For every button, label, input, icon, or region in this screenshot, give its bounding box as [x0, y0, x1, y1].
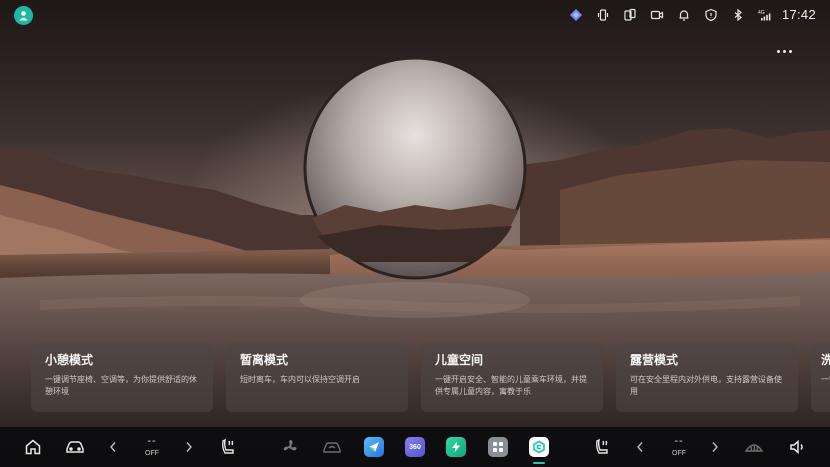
camera-360-label: 360: [409, 443, 421, 451]
app-grid-icon: [488, 437, 508, 457]
network-label: 4G: [758, 10, 765, 16]
screen-mirror-icon[interactable]: [616, 7, 643, 23]
card-desc: 可在安全里程内对外供电，支持露营设备使用: [630, 375, 782, 396]
card-desc: 一键: [821, 375, 830, 384]
energy-app-icon: [446, 437, 466, 457]
card-wash-mode[interactable]: 洗 一键: [811, 343, 830, 412]
avatar-icon[interactable]: [14, 6, 33, 25]
card-title: 儿童空间: [435, 353, 484, 367]
car-icon[interactable]: [63, 427, 87, 467]
fan-icon[interactable]: [279, 427, 301, 467]
card-title: 露营模式: [630, 353, 679, 367]
card-desc: 一键调节座椅、空调等，为你提供舒适的休憩环境: [45, 375, 197, 396]
shield-icon[interactable]: [697, 7, 724, 23]
card-away-mode[interactable]: 暂离模式 短时离车，车内可以保持空调开启: [226, 343, 408, 412]
clock: 17:42: [781, 7, 816, 22]
left-temp-value: --: [147, 435, 157, 447]
card-desc: 短时离车，车内可以保持空调开启: [240, 375, 360, 384]
status-icons: 4G: [562, 7, 778, 23]
active-app-indicator: [533, 462, 545, 464]
camera-360-app-icon: 360: [405, 437, 425, 457]
passenger-seat-heat-icon[interactable]: [591, 427, 613, 467]
left-temp-display: -- OFF: [138, 427, 166, 467]
navigation-app-icon: [364, 437, 384, 457]
camera-icon[interactable]: [643, 7, 670, 23]
status-bar: 4G 17:42: [0, 0, 830, 30]
card-nap-mode[interactable]: 小憩模式 一键调节座椅、空调等，为你提供舒适的休憩环境: [31, 343, 213, 412]
rear-defrost-icon[interactable]: [743, 427, 765, 467]
mode-cards: 小憩模式 一键调节座椅、空调等，为你提供舒适的休憩环境 暂离模式 短时离车，车内…: [31, 343, 830, 412]
card-title: 暂离模式: [240, 353, 289, 367]
bluetooth-icon[interactable]: [724, 7, 751, 23]
card-title: 洗: [821, 353, 830, 367]
signal-4g-icon: 4G: [751, 7, 778, 23]
left-temp-up-chevron-icon[interactable]: [182, 427, 196, 467]
notification-bell-icon[interactable]: [670, 7, 697, 23]
assistant-icon[interactable]: [562, 7, 589, 23]
dock-app-camera-360[interactable]: 360: [405, 427, 425, 467]
bottom-dock: -- OFF 360 -- OFF: [0, 427, 830, 467]
card-kids-space[interactable]: 儿童空间 一键开启安全、智能的儿童乘车环境，并提供专属儿童内容，寓教于乐: [421, 343, 603, 412]
phone-vibrate-icon[interactable]: [589, 7, 616, 23]
more-horizontal-icon[interactable]: [776, 46, 792, 56]
card-camping-mode[interactable]: 露营模式 可在安全里程内对外供电，支持露营设备使用: [616, 343, 798, 412]
right-temp-state: OFF: [672, 450, 686, 457]
right-temp-up-chevron-icon[interactable]: [708, 427, 722, 467]
volume-icon[interactable]: [786, 427, 808, 467]
left-temp-down-chevron-icon[interactable]: [106, 427, 120, 467]
right-temp-down-chevron-icon[interactable]: [633, 427, 647, 467]
dock-app-energy[interactable]: [446, 427, 466, 467]
recirculation-icon[interactable]: [320, 427, 344, 467]
scene-mode-app-icon: [529, 437, 549, 457]
left-temp-state: OFF: [145, 450, 159, 457]
dock-app-grid[interactable]: [488, 427, 508, 467]
right-temp-value: --: [674, 435, 684, 447]
card-desc: 一键开启安全、智能的儿童乘车环境，并提供专属儿童内容，寓教于乐: [435, 375, 587, 396]
home-icon[interactable]: [22, 427, 44, 467]
right-temp-display: -- OFF: [665, 427, 693, 467]
card-title: 小憩模式: [45, 353, 94, 367]
dock-app-scene-mode[interactable]: [529, 427, 549, 467]
driver-seat-heat-icon[interactable]: [217, 427, 239, 467]
dock-app-navigation[interactable]: [364, 427, 384, 467]
